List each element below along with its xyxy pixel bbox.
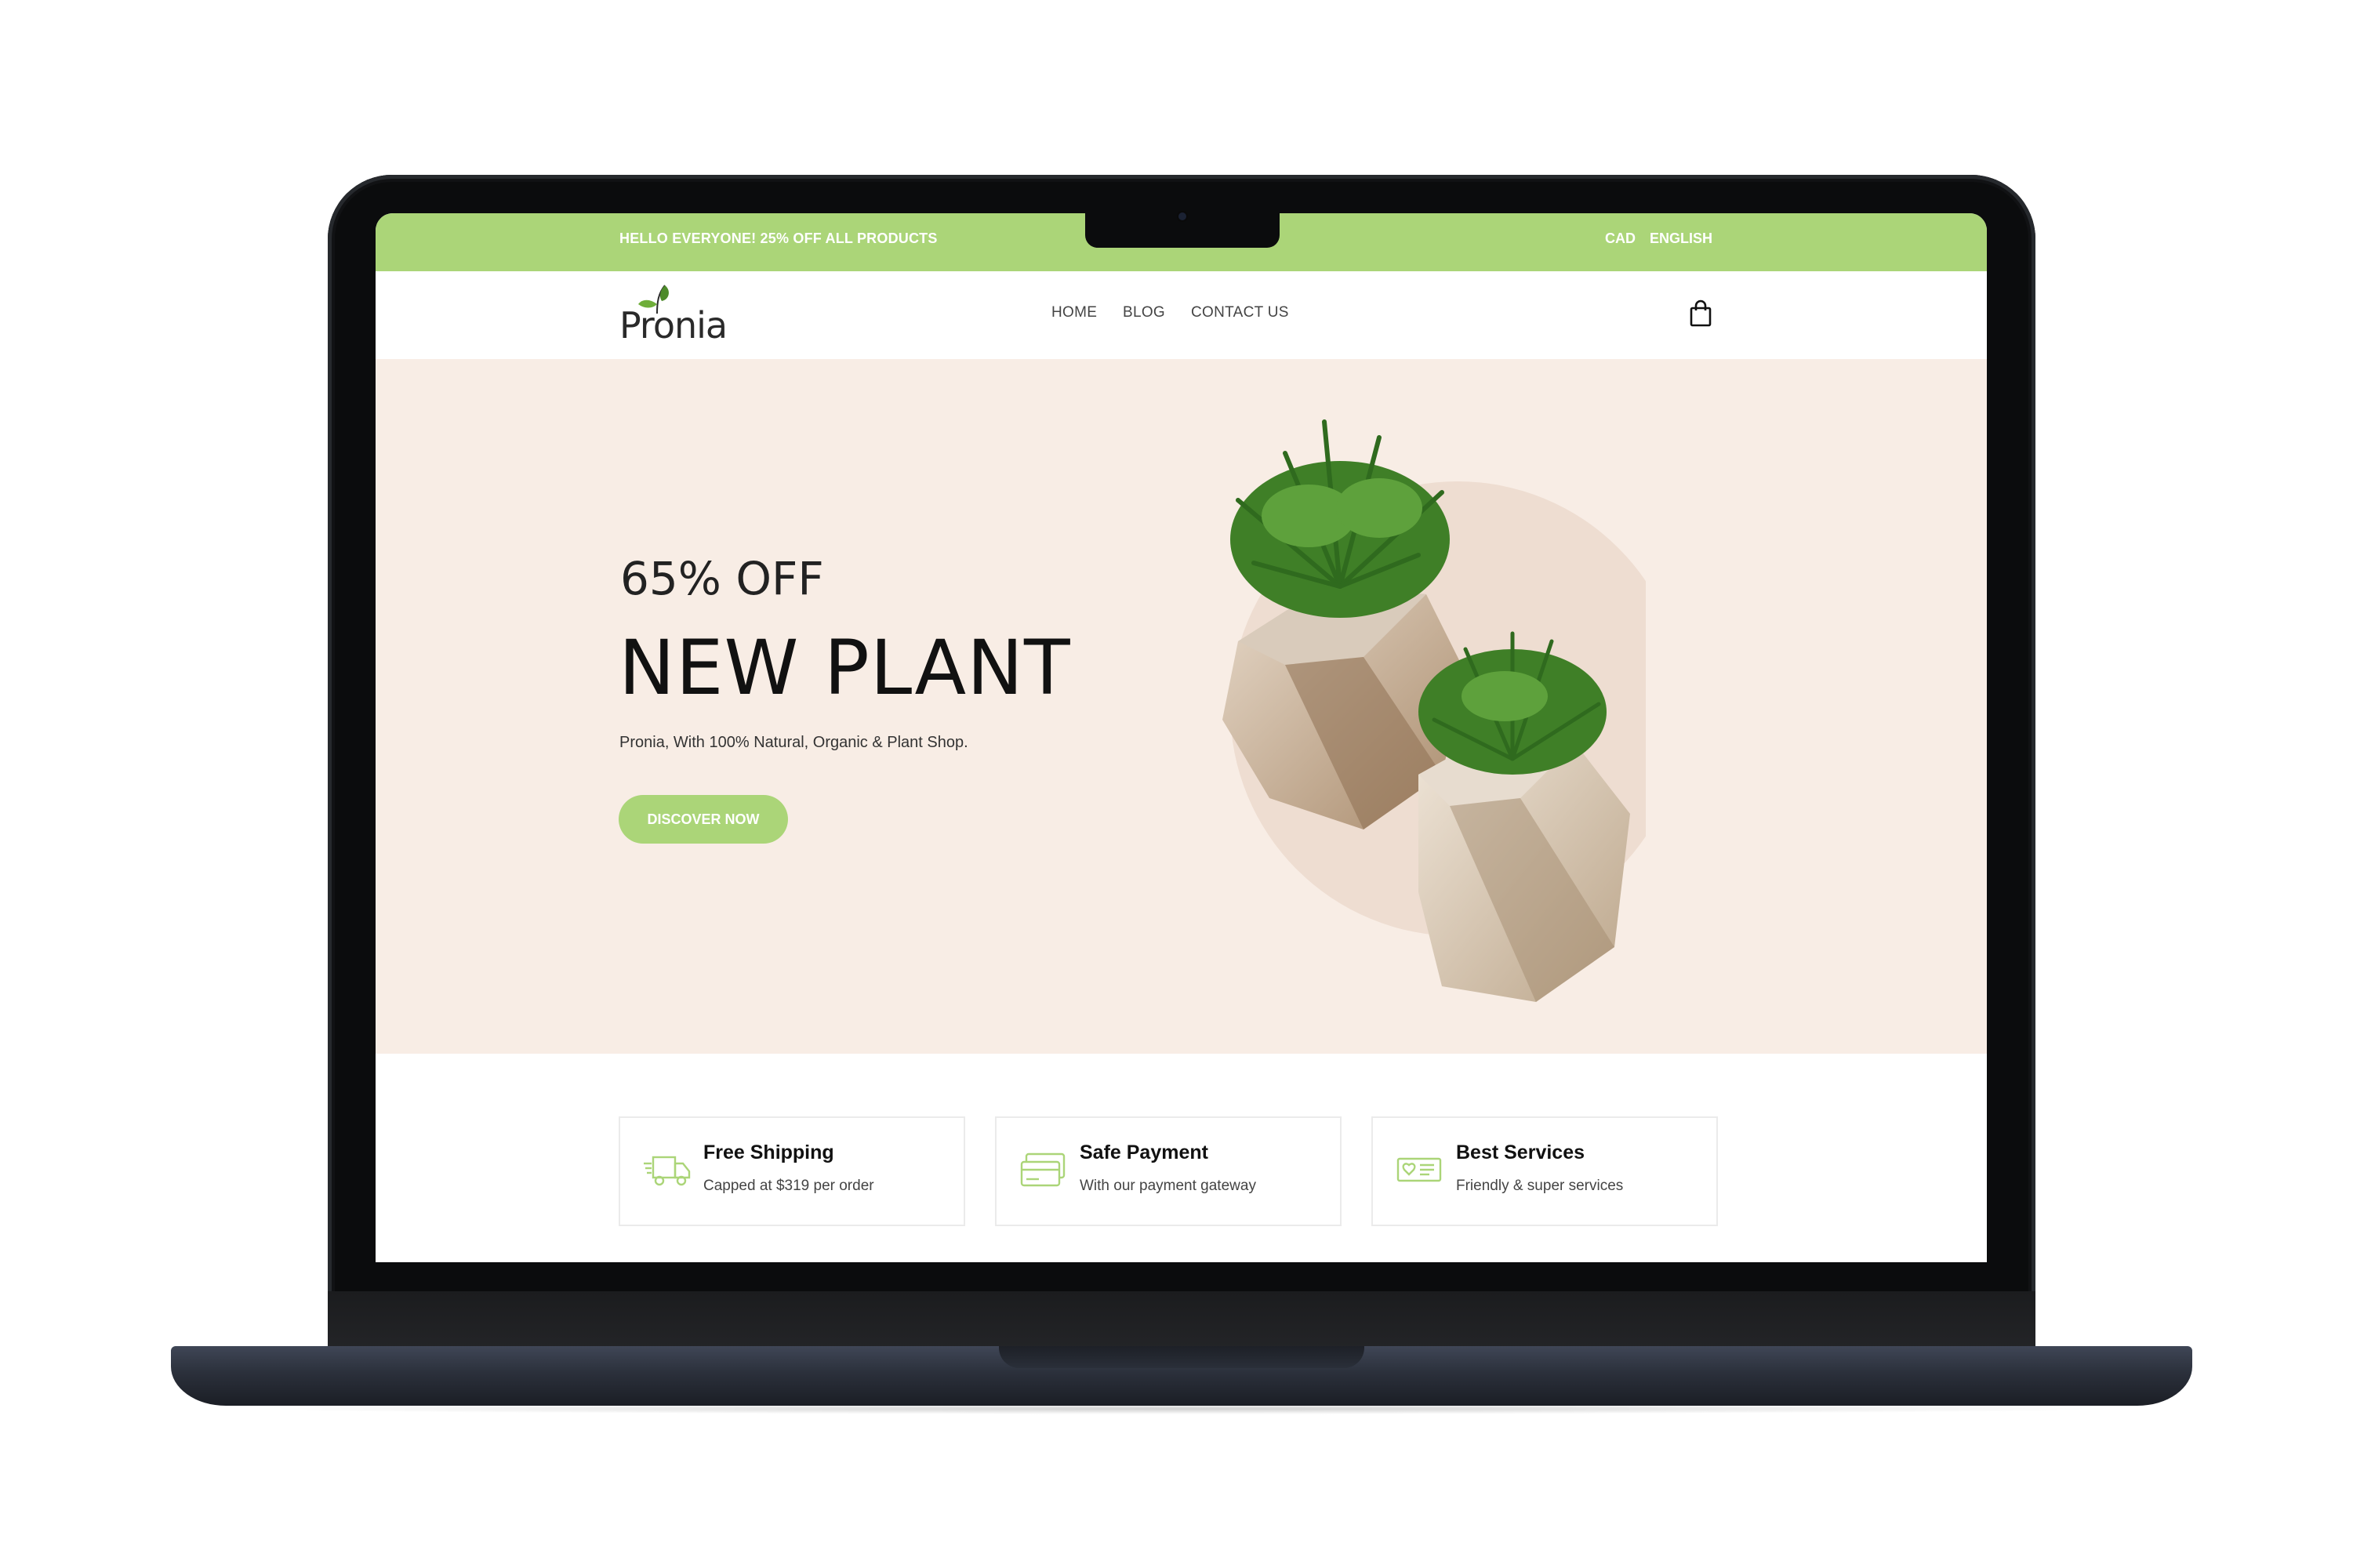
service-icon (1396, 1157, 1442, 1182)
promo-text: HELLO EVERYONE! 25% OFF ALL PRODUCTS (619, 230, 938, 246)
logo-text: Pronia (619, 304, 728, 347)
laptop-chin (328, 1291, 2035, 1348)
feature-title: Safe Payment (1080, 1142, 1208, 1163)
currency-selector[interactable]: CAD (1605, 230, 1636, 247)
potted-plants-image (1222, 419, 1646, 1002)
nav-contact-link[interactable]: CONTACT US (1191, 304, 1289, 321)
shopping-bag-icon[interactable] (1689, 299, 1712, 328)
pronia-logo[interactable]: Pronia (619, 284, 737, 348)
feature-card: Safe Payment With our payment gateway (995, 1116, 1342, 1226)
camera-icon (1178, 212, 1186, 220)
hero-description: Pronia, With 100% Natural, Organic & Pla… (619, 734, 968, 751)
feature-description: Capped at $319 per order (703, 1178, 874, 1194)
feature-title: Best Services (1456, 1142, 1585, 1163)
hero-subtitle: 65% OFF (620, 552, 824, 605)
laptop-base-notch (999, 1346, 1364, 1368)
feature-description: With our payment gateway (1080, 1178, 1256, 1194)
feature-title: Free Shipping (703, 1142, 834, 1163)
main-navbar: Pronia HOME BLOG CONTACT US (376, 271, 1987, 359)
feature-card: Free Shipping Capped at $319 per order (619, 1116, 965, 1226)
language-selector[interactable]: ENGLISH (1650, 230, 1712, 247)
nav-home-link[interactable]: HOME (1051, 304, 1097, 321)
nav-blog-link[interactable]: BLOG (1123, 304, 1165, 321)
feature-description: Friendly & super services (1456, 1178, 1624, 1194)
features-strip: Free Shipping Capped at $319 per order S… (376, 1054, 1987, 1262)
hero-banner: 65% OFF NEW PLANT Pronia, With 100% Natu… (376, 359, 1987, 1054)
hero-title: NEW PLANT (619, 624, 1071, 712)
laptop-shadow (235, 1403, 2128, 1414)
credit-card-icon (1020, 1152, 1066, 1187)
laptop-screen: HELLO EVERYONE! 25% OFF ALL PRODUCTS CAD… (376, 213, 1987, 1262)
discover-now-button[interactable]: DISCOVER NOW (619, 795, 788, 844)
feature-card: Best Services Friendly & super services (1371, 1116, 1718, 1226)
truck-icon (644, 1156, 691, 1186)
